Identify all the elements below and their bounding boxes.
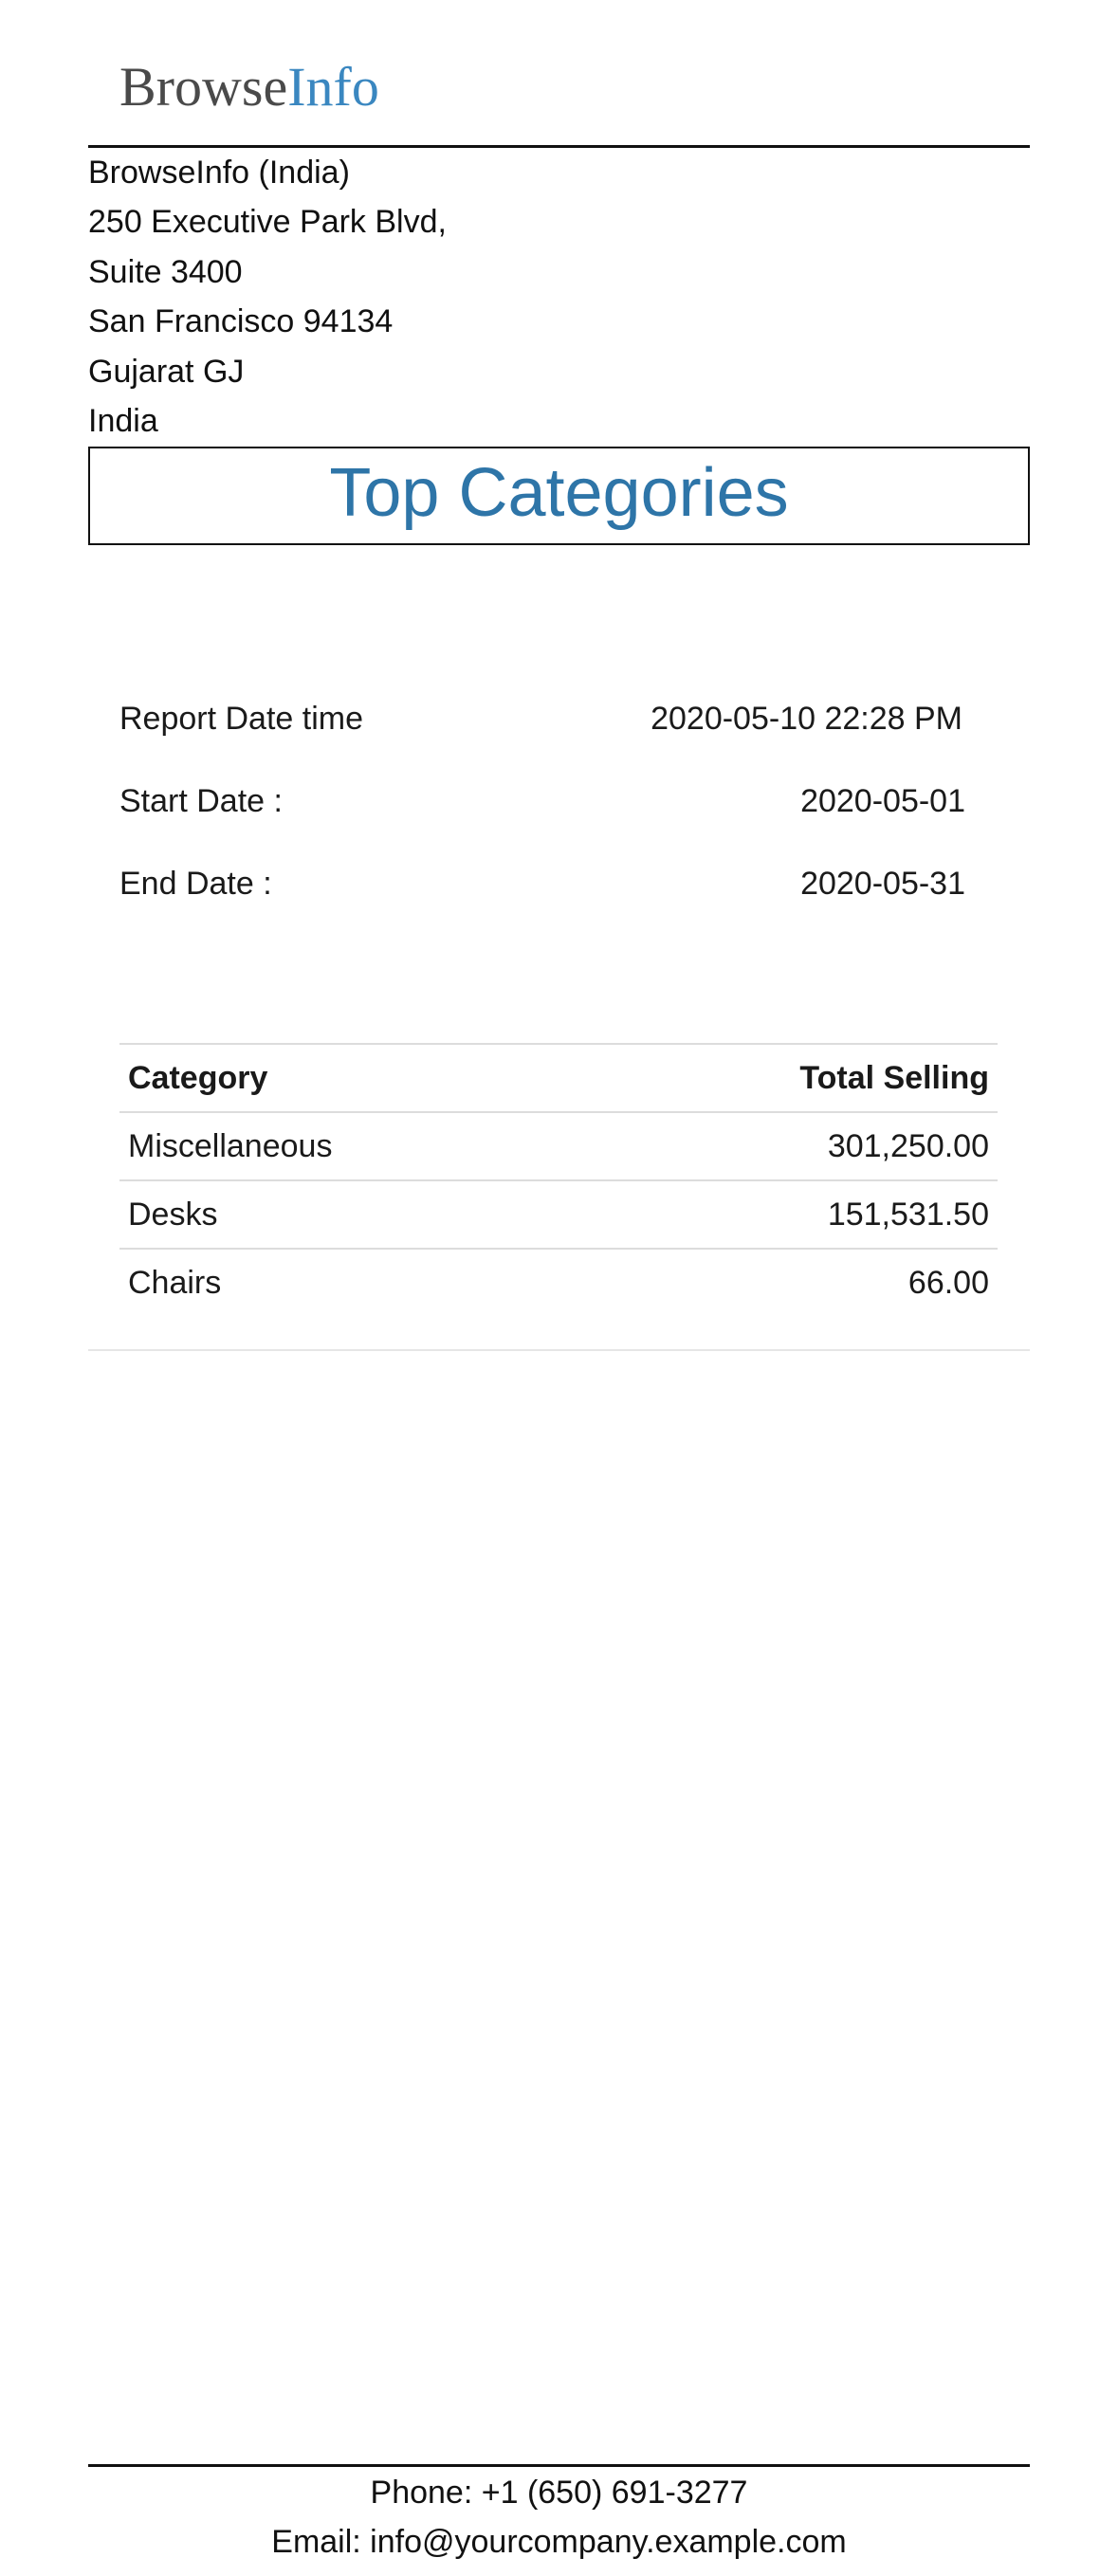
company-logo: BrowseInfo xyxy=(119,53,379,121)
company-address: BrowseInfo (India) 250 Executive Park Bl… xyxy=(88,148,447,446)
table-row: Chairs 66.00 xyxy=(119,1248,998,1316)
footer-email: Email: info@yourcompany.example.com xyxy=(271,2524,847,2560)
content-divider xyxy=(88,1349,1030,1351)
category-cell: Chairs xyxy=(128,1265,222,1301)
category-cell: Desks xyxy=(128,1197,218,1233)
info-value: 2020-05-31 xyxy=(800,866,965,902)
address-line: BrowseInfo (India) xyxy=(88,155,350,191)
logo-text-browse: Browse xyxy=(119,56,288,118)
info-row-start-date: Start Date : 2020-05-01 xyxy=(119,777,965,825)
report-title-box: Top Categories xyxy=(88,447,1030,545)
info-value: 2020-05-10 22:28 PM xyxy=(651,701,962,737)
footer-divider xyxy=(88,2464,1030,2467)
info-row-report-date: Report Date time 2020-05-10 22:28 PM xyxy=(119,695,965,742)
categories-table: Category Total Selling Miscellaneous 301… xyxy=(119,1043,998,1316)
footer-phone: Phone: +1 (650) 691-3277 xyxy=(370,2475,748,2511)
address-line: Suite 3400 xyxy=(88,253,243,290)
column-header-category: Category xyxy=(128,1060,268,1096)
column-header-total-selling: Total Selling xyxy=(799,1060,989,1096)
address-line: 250 Executive Park Blvd, xyxy=(88,204,447,241)
info-row-end-date: End Date : 2020-05-31 xyxy=(119,860,965,907)
address-line: San Francisco 94134 xyxy=(88,303,394,340)
report-title: Top Categories xyxy=(329,455,789,531)
table-row: Miscellaneous 301,250.00 xyxy=(119,1111,998,1179)
table-row: Desks 151,531.50 xyxy=(119,1179,998,1248)
total-selling-cell: 301,250.00 xyxy=(827,1128,989,1164)
info-label: Start Date : xyxy=(119,783,283,819)
category-cell: Miscellaneous xyxy=(128,1128,333,1164)
logo-text-info: Info xyxy=(287,56,379,118)
address-line: India xyxy=(88,403,158,440)
info-value: 2020-05-01 xyxy=(800,783,965,819)
info-label: End Date : xyxy=(119,866,272,902)
address-line: Gujarat GJ xyxy=(88,353,245,390)
page-footer: Phone: +1 (650) 691-3277 Email: info@you… xyxy=(88,2468,1030,2567)
total-selling-cell: 151,531.50 xyxy=(827,1197,989,1233)
info-label: Report Date time xyxy=(119,701,363,737)
total-selling-cell: 66.00 xyxy=(907,1265,989,1301)
table-header-row: Category Total Selling xyxy=(119,1043,998,1111)
